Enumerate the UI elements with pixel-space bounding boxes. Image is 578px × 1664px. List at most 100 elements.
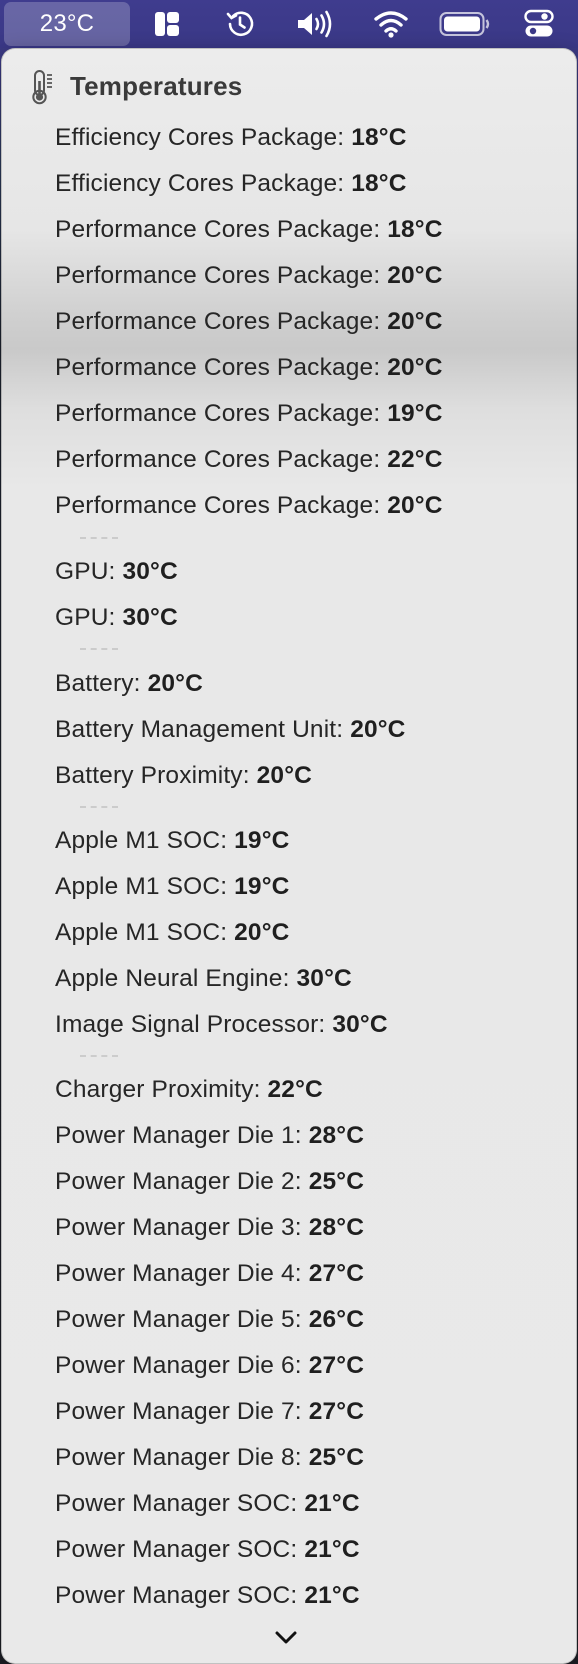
sensor-label: Battery Proximity: [55, 762, 250, 789]
control-center-icon[interactable] [522, 0, 556, 48]
volume-icon[interactable] [294, 0, 336, 48]
sensor-row[interactable]: Power Manager SOC: 21°C [55, 1581, 360, 1611]
sensor-row[interactable]: Battery Proximity: 20°C [55, 761, 312, 791]
sensor-row[interactable]: Apple M1 SOC: 19°C [55, 872, 289, 902]
group-separator [80, 1055, 118, 1057]
sensor-row[interactable]: Power Manager SOC: 21°C [55, 1535, 360, 1565]
sensor-row[interactable]: Power Manager Die 2: 25°C [55, 1167, 364, 1197]
sensor-value: 30°C [122, 558, 178, 585]
sensor-label: Performance Cores Package: [55, 492, 381, 519]
sensor-value: 28°C [308, 1122, 365, 1149]
sensor-label: Battery Management Unit: [55, 716, 344, 743]
sensor-label: Power Manager Die 3: [55, 1214, 302, 1241]
sensor-value: 20°C [234, 919, 290, 946]
sensor-label: Image Signal Processor: [55, 1011, 326, 1038]
stage-manager-icon[interactable] [150, 0, 184, 48]
sensor-row[interactable]: Power Manager Die 5: 26°C [55, 1305, 364, 1335]
sensor-value: 18°C [387, 216, 443, 243]
sensor-value: 25°C [308, 1444, 365, 1471]
sensor-row[interactable]: Apple M1 SOC: 19°C [55, 826, 289, 856]
sensor-value: 18°C [351, 170, 407, 197]
sensor-label: Power Manager Die 4: [55, 1260, 302, 1287]
sensor-value: 20°C [387, 492, 443, 519]
sensor-label: Performance Cores Package: [55, 308, 381, 335]
sensor-row[interactable]: Power Manager Die 8: 25°C [55, 1443, 364, 1473]
sensor-row[interactable]: Apple Neural Engine: 30°C [55, 964, 352, 994]
sensor-value: 27°C [308, 1260, 365, 1287]
sensor-row[interactable]: GPU: 30°C [55, 557, 178, 587]
sensor-row[interactable]: Performance Cores Package: 20°C [55, 491, 443, 521]
sensor-label: Power Manager Die 8: [55, 1444, 302, 1471]
sensor-value: 19°C [387, 400, 443, 427]
sensor-row[interactable]: Power Manager SOC: 21°C [55, 1489, 360, 1519]
sensor-row[interactable]: Efficiency Cores Package: 18°C [55, 169, 407, 199]
sensor-value: 19°C [234, 873, 290, 900]
menu-title: Temperatures [70, 71, 243, 101]
sensor-label: Power Manager Die 5: [55, 1306, 302, 1333]
sensor-label: Efficiency Cores Package: [55, 124, 345, 151]
sensor-row[interactable]: Battery Management Unit: 20°C [55, 715, 406, 745]
group-separator [80, 648, 118, 650]
sensor-label: Charger Proximity: [55, 1076, 261, 1103]
sensor-value: 30°C [296, 965, 352, 992]
sensor-label: Power Manager SOC: [55, 1490, 298, 1517]
thermometer-icon [28, 69, 54, 110]
sensor-label: Power Manager Die 2: [55, 1168, 302, 1195]
sensor-row[interactable]: Power Manager Die 4: 27°C [55, 1259, 364, 1289]
sensor-label: Performance Cores Package: [55, 216, 381, 243]
sensor-row[interactable]: Performance Cores Package: 22°C [55, 445, 443, 475]
sensor-label: Power Manager Die 1: [55, 1122, 302, 1149]
sensor-value: 30°C [122, 604, 178, 631]
sensor-value: 19°C [234, 827, 290, 854]
sensor-row[interactable]: Performance Cores Package: 19°C [55, 399, 443, 429]
group-separator [80, 537, 118, 539]
sensor-label: Performance Cores Package: [55, 446, 381, 473]
sensor-row[interactable]: Power Manager Die 7: 27°C [55, 1397, 364, 1427]
sensor-value: 25°C [308, 1168, 365, 1195]
sensor-value: 26°C [308, 1306, 365, 1333]
sensor-label: Battery: [55, 670, 141, 697]
sensor-value: 28°C [308, 1214, 365, 1241]
temperatures-menu: Temperatures Efficiency Cores Package: 1… [1, 48, 577, 1664]
sensor-row[interactable]: Power Manager Die 6: 27°C [55, 1351, 364, 1381]
menu-bar: 23°C [0, 0, 578, 48]
wifi-icon[interactable] [372, 0, 410, 48]
sensor-label: Power Manager SOC: [55, 1582, 298, 1609]
group-separator [80, 806, 118, 808]
sensor-label: GPU: [55, 604, 116, 631]
sensor-value: 18°C [351, 124, 407, 151]
sensor-row[interactable]: Power Manager Die 1: 28°C [55, 1121, 364, 1151]
sensor-value: 20°C [350, 716, 406, 743]
sensor-row[interactable]: Power Manager Die 3: 28°C [55, 1213, 364, 1243]
sensor-row[interactable]: Battery: 20°C [55, 669, 203, 699]
sensor-label: Power Manager SOC: [55, 1536, 298, 1563]
chevron-down-icon[interactable] [275, 1631, 297, 1650]
sensor-label: Power Manager Die 7: [55, 1398, 302, 1425]
menubar-temperature: 23°C [39, 10, 95, 37]
sensor-label: GPU: [55, 558, 116, 585]
sensor-row[interactable]: Image Signal Processor: 30°C [55, 1010, 388, 1040]
sensor-value: 20°C [256, 762, 312, 789]
sensor-value: 27°C [308, 1398, 365, 1425]
sensor-label: Efficiency Cores Package: [55, 170, 345, 197]
sensor-value: 22°C [387, 446, 443, 473]
time-machine-icon[interactable] [222, 0, 258, 48]
battery-icon[interactable] [438, 0, 492, 48]
sensor-value: 20°C [387, 308, 443, 335]
sensor-row[interactable]: Charger Proximity: 22°C [55, 1075, 323, 1105]
sensor-row[interactable]: Performance Cores Package: 20°C [55, 261, 443, 291]
sensor-row[interactable]: Efficiency Cores Package: 18°C [55, 123, 407, 153]
sensor-row[interactable]: Apple M1 SOC: 20°C [55, 918, 289, 948]
sensor-label: Apple M1 SOC: [55, 827, 228, 854]
sensor-row[interactable]: GPU: 30°C [55, 603, 178, 633]
sensor-row[interactable]: Performance Cores Package: 20°C [55, 353, 443, 383]
sensor-value: 21°C [304, 1536, 360, 1563]
sensor-label: Performance Cores Package: [55, 400, 381, 427]
sensor-label: Performance Cores Package: [55, 262, 381, 289]
sensor-value: 22°C [267, 1076, 323, 1103]
temperature-status-item[interactable]: 23°C [4, 2, 130, 46]
sensor-row[interactable]: Performance Cores Package: 18°C [55, 215, 443, 245]
sensor-row[interactable]: Performance Cores Package: 20°C [55, 307, 443, 337]
menu-header: Temperatures [2, 49, 576, 125]
sensor-label: Performance Cores Package: [55, 354, 381, 381]
